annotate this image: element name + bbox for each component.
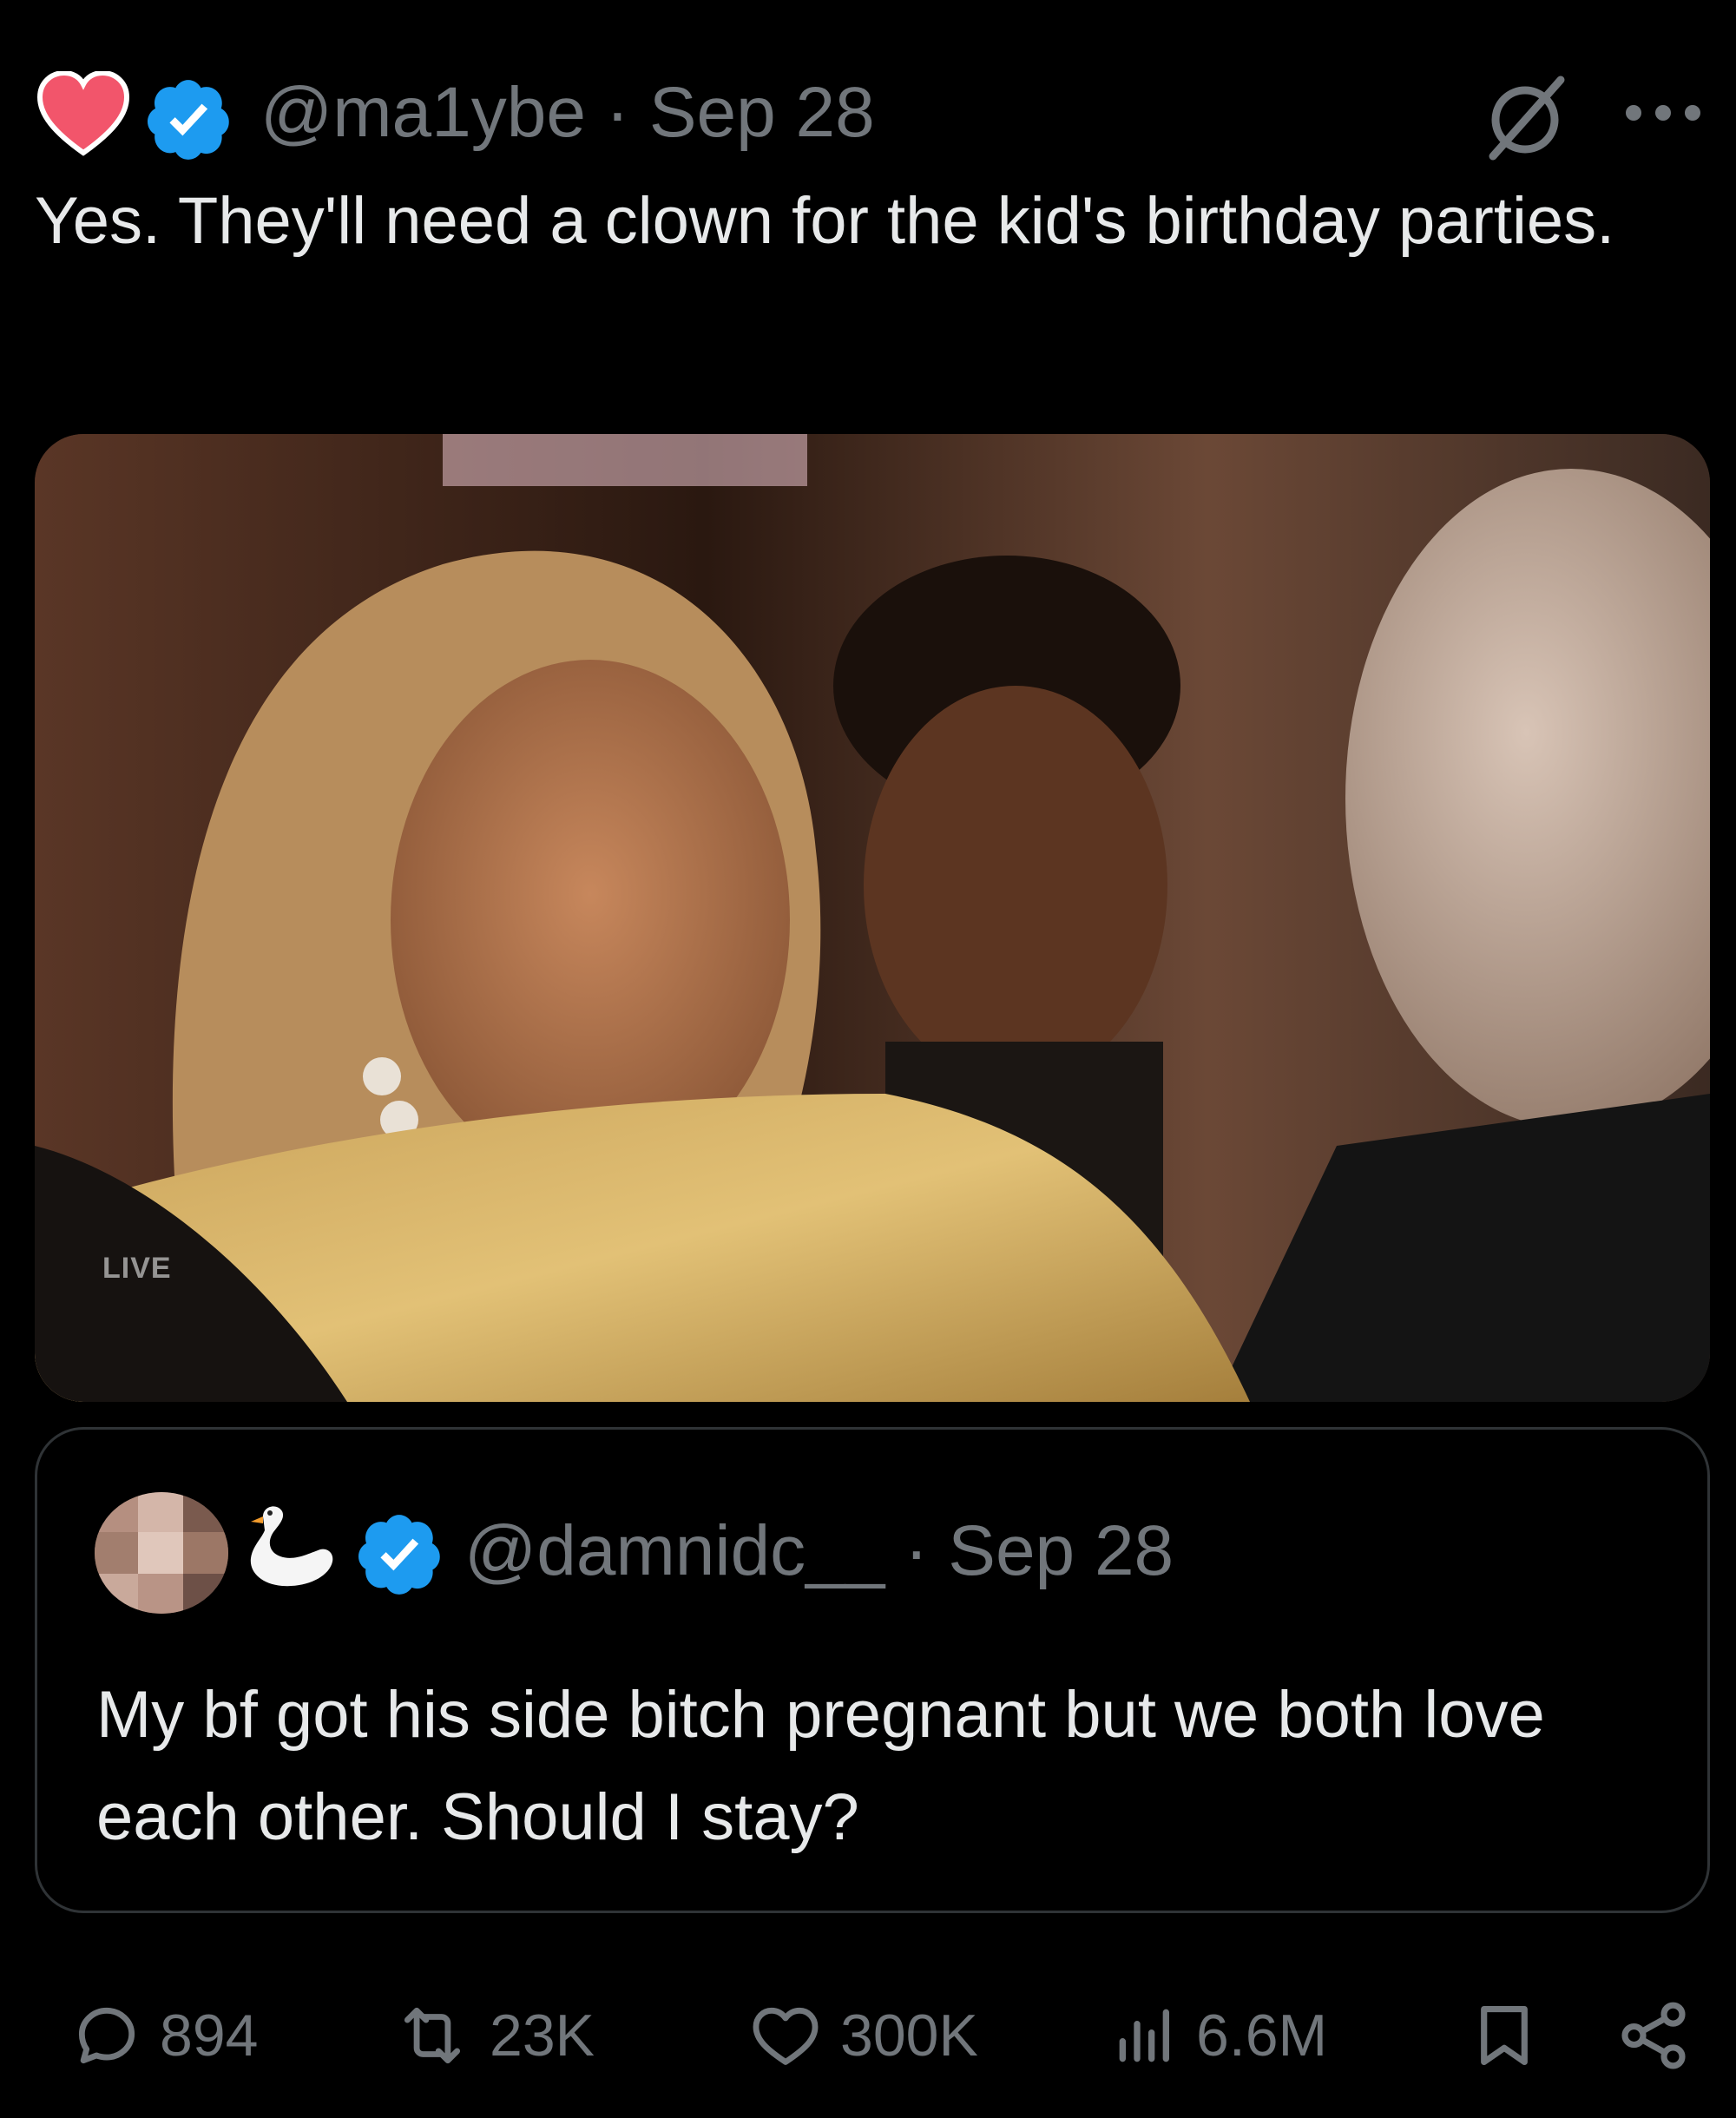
bookmark-button[interactable] [1467, 1988, 1542, 2083]
verified-badge-icon [148, 80, 229, 160]
views-button[interactable]: 6.6M [1111, 1988, 1327, 2083]
reply-button[interactable]: 894 [69, 1988, 258, 2083]
share-button[interactable] [1614, 1988, 1693, 2083]
like-icon [753, 2007, 819, 2065]
quoted-tweet[interactable]: @damnidc__ · Sep 28 My bf got his side b… [35, 1427, 1710, 1913]
reply-icon [78, 2007, 135, 2064]
tweet-text: Yes. They'll need a clown for the kid's … [35, 184, 1615, 258]
null-sign-icon[interactable] [1477, 69, 1573, 165]
like-count: 300K [840, 2003, 978, 2069]
tweet-header: @ma1ybe · Sep 28 [36, 61, 1703, 165]
reply-count: 894 [160, 2003, 259, 2069]
action-bar: 894 23K 300K 6.6M [35, 1988, 1710, 2083]
bookmark-icon [1481, 2005, 1528, 2066]
heart-badge-icon [36, 71, 130, 156]
views-icon [1119, 2009, 1169, 2062]
repost-count: 23K [490, 2003, 595, 2069]
tweet-media-image[interactable]: LIVE [35, 434, 1710, 1402]
live-label: LIVE [102, 1252, 172, 1285]
author-handle-date[interactable]: @ma1ybe · Sep 28 [260, 69, 875, 156]
repost-icon [404, 2007, 461, 2064]
view-count: 6.6M [1196, 2003, 1328, 2069]
swan-icon [250, 1506, 333, 1587]
quoted-tweet-text: My bf got his side bitch pregnant but we… [96, 1678, 1545, 1854]
like-button[interactable]: 300K [746, 1988, 978, 2083]
quoted-author-handle-date[interactable]: @damnidc__ · Sep 28 [464, 1508, 1174, 1595]
avatar[interactable] [95, 1492, 228, 1614]
verified-badge-icon [358, 1515, 440, 1595]
more-icon[interactable] [1621, 95, 1705, 130]
share-icon [1621, 2002, 1686, 2069]
repost-button[interactable]: 23K [391, 1988, 595, 2083]
